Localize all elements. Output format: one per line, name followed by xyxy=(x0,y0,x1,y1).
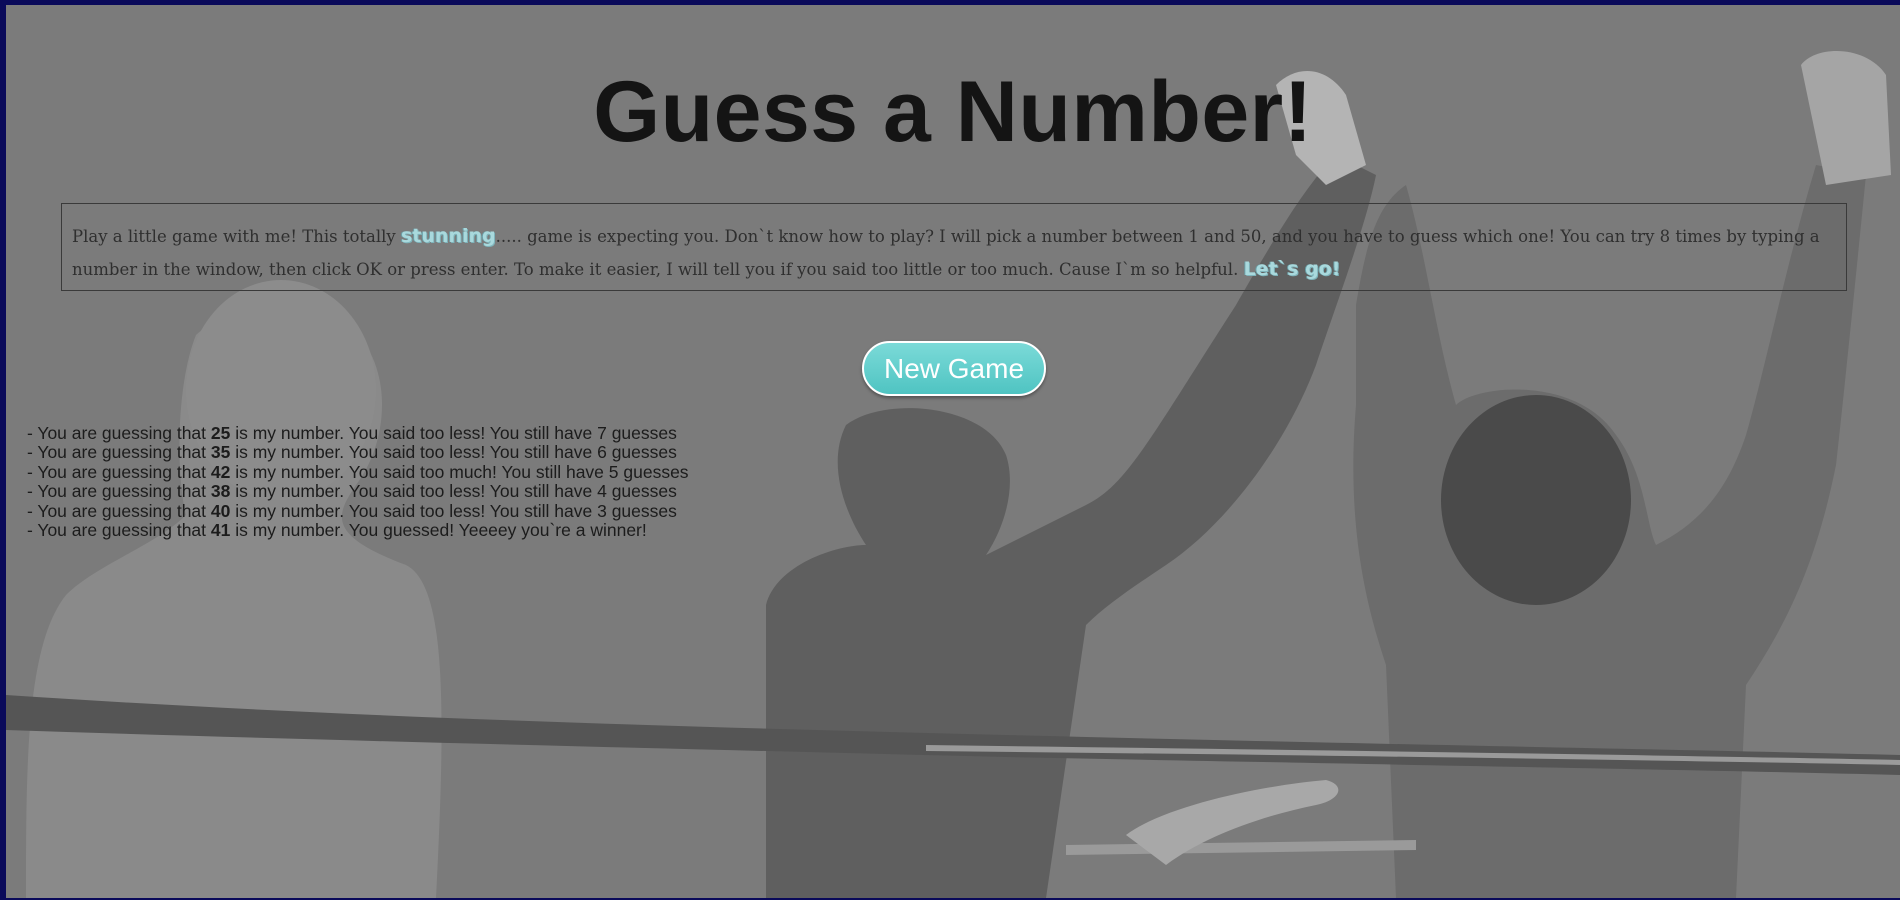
guess-number: 42 xyxy=(210,461,231,482)
guess-result: is my number. You said too less! You sti… xyxy=(230,481,677,502)
guess-entry: - You are guessing that 35 is my number.… xyxy=(27,443,689,462)
guess-number: 41 xyxy=(210,520,231,541)
page: Guess a Number! Play a little game with … xyxy=(6,5,1900,898)
guess-result: is my number. You said too less! You sti… xyxy=(230,423,677,443)
instructions-lets-go: Let`s go! xyxy=(1243,258,1341,280)
guess-text: - You are guessing that xyxy=(27,520,211,541)
instructions-accent-word: stunning xyxy=(401,225,496,247)
game-instructions: Play a little game with me! This totally… xyxy=(61,203,1847,291)
guess-number: 40 xyxy=(210,500,231,521)
instructions-text-start: Play a little game with me! This totally xyxy=(72,227,401,246)
guess-number: 35 xyxy=(210,442,231,463)
guess-number: 25 xyxy=(210,423,231,443)
guess-result: is my number. You said too much! You sti… xyxy=(230,461,689,482)
guess-result: is my number. You said too less! You sti… xyxy=(230,442,677,463)
guess-text: - You are guessing that xyxy=(27,500,211,521)
guess-history-list: - You are guessing that 25 is my number.… xyxy=(27,423,689,541)
guess-number: 38 xyxy=(210,481,231,502)
new-game-button[interactable]: New Game xyxy=(862,341,1046,396)
guess-entry: - You are guessing that 40 is my number.… xyxy=(27,500,689,521)
page-title: Guess a Number! xyxy=(593,64,1313,160)
guess-entry: - You are guessing that 42 is my number.… xyxy=(27,461,689,482)
guess-result: is my number. You said too less! You sti… xyxy=(230,500,677,521)
guess-entry: - You are guessing that 41 is my number.… xyxy=(27,520,689,541)
guess-text: - You are guessing that xyxy=(27,442,211,463)
guess-text: - You are guessing that xyxy=(27,481,211,502)
guess-entry: - You are guessing that 38 is my number.… xyxy=(27,482,689,501)
guess-result: is my number. You guessed! Yeeeey you`re… xyxy=(230,520,647,541)
guess-text: - You are guessing that xyxy=(27,461,211,482)
guess-entry: - You are guessing that 25 is my number.… xyxy=(27,423,689,443)
guess-text: - You are guessing that xyxy=(27,423,211,443)
